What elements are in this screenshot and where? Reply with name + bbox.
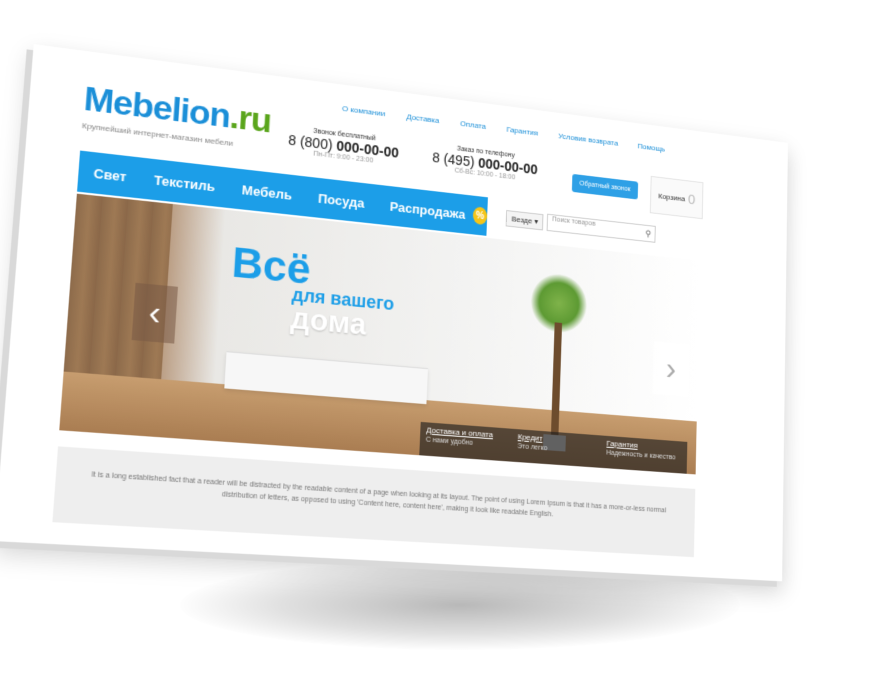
nav-item-textile[interactable]: Текстиль	[153, 172, 215, 194]
sale-badge-icon: %	[472, 206, 488, 226]
topnav-warranty[interactable]: Гарантия	[506, 125, 538, 137]
search-scope-select[interactable]: Везде ▾	[505, 209, 544, 231]
info-warranty[interactable]: Гарантия Надежность и качество	[600, 435, 687, 473]
cart-widget[interactable]: Корзина 0	[649, 175, 704, 220]
nav-item-light[interactable]: Свет	[93, 165, 127, 184]
banner-headline: Всё для вашего дома	[228, 238, 396, 343]
cart-count: 0	[687, 191, 696, 208]
chevron-left-icon: ‹	[147, 292, 163, 333]
search-input[interactable]: Поиск товаров	[547, 213, 657, 243]
search-bar: Везде ▾ Поиск товаров ⚲	[505, 209, 666, 244]
phone-free: Звонок бесплатный 8 (800) 000-00-00 Пн-П…	[288, 125, 400, 168]
topnav-about[interactable]: О компании	[342, 104, 386, 118]
search-scope-value: Везде	[511, 214, 533, 225]
website-page: Mebelion.ru Крупнейший интернет-магазин …	[0, 44, 788, 582]
search-icon[interactable]: ⚲	[645, 228, 651, 239]
nav-item-sale[interactable]: Распродажа	[390, 198, 466, 221]
site-logo[interactable]: Mebelion.ru Крупнейший интернет-магазин …	[82, 79, 272, 152]
chevron-down-icon: ▾	[534, 216, 539, 226]
slider-next-button[interactable]: ›	[652, 341, 690, 397]
logo-tld: .ru	[228, 97, 273, 141]
info-delivery[interactable]: Доставка и оплата С нами удобно	[419, 422, 512, 462]
topnav-payment[interactable]: Оплата	[460, 119, 486, 131]
slider-prev-button[interactable]: ‹	[131, 282, 178, 344]
callback-button[interactable]: Обратный звонок	[571, 173, 638, 200]
nav-item-dishes[interactable]: Посуда	[318, 190, 365, 210]
mockup-scene: Mebelion.ru Крупнейший интернет-магазин …	[0, 0, 879, 679]
nav-item-furniture[interactable]: Мебель	[241, 182, 292, 203]
info-credit[interactable]: Кредит Это легко	[511, 429, 601, 468]
topnav-help[interactable]: Помощь	[638, 142, 666, 154]
cart-label: Корзина	[658, 191, 686, 203]
topnav-returns[interactable]: Условия возврата	[558, 132, 618, 148]
chevron-right-icon: ›	[665, 350, 677, 388]
topnav-delivery[interactable]: Доставка	[406, 112, 439, 125]
plant-trunk	[550, 322, 563, 441]
palm-plant-image	[526, 271, 588, 452]
phone-order: Заказ по телефону 8 (495) 000-00-00 Сб-В…	[432, 143, 538, 184]
